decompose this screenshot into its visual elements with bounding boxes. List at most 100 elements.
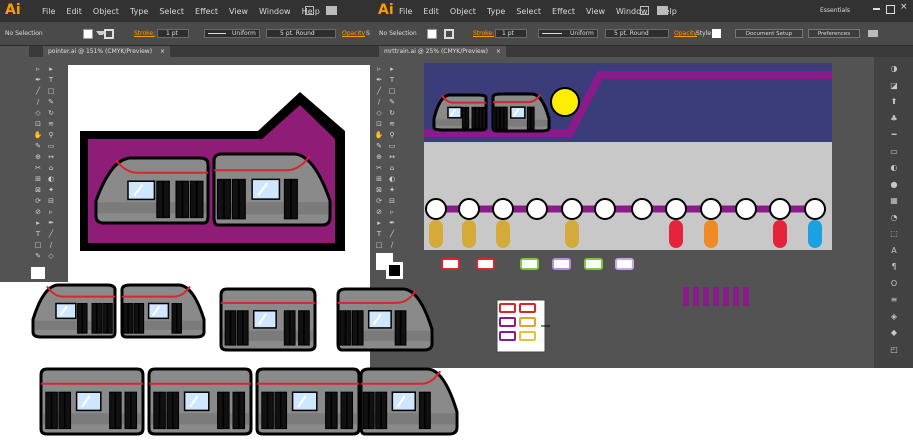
brush-icon[interactable]: ∕ [46,241,56,250]
left-fill-stroke-proxy[interactable] [31,267,45,279]
menu-edit[interactable]: Edit [66,7,82,16]
fill-swatch-icon[interactable]: ◰ [883,344,905,357]
right-opacity-label[interactable]: Opacity [674,30,697,37]
menu-select[interactable]: Select [159,7,184,16]
stroke-panel-icon[interactable]: ◐ [883,162,905,175]
menu-window[interactable]: Window [259,7,291,16]
line-icon[interactable]: ╱ [33,87,43,96]
left-stroke-label[interactable]: Stroke: [134,30,155,37]
selection-icon[interactable]: ✎ [33,142,43,151]
stroke-swatch-icon[interactable]: ◪ [883,80,905,93]
direct-selection-icon[interactable]: ▸ [33,219,43,228]
right-stroke-proxy[interactable] [386,262,403,279]
type-icon[interactable]: T [387,76,397,85]
warp-icon[interactable]: ≋ [387,120,397,129]
brush-icon[interactable]: ⊞ [33,175,43,184]
symbols-icon[interactable]: ▭ [883,146,905,159]
menu-select[interactable]: Select [516,7,541,16]
eraser-icon[interactable]: ⊠ [33,186,43,195]
menu-object[interactable]: Object [450,7,476,16]
hand-icon[interactable]: ✋ [33,131,43,140]
menu-file[interactable]: File [42,7,55,16]
document-setup-button[interactable]: Document Setup [735,29,803,38]
zoom-icon[interactable]: ⚲ [46,131,56,140]
pen-icon[interactable]: ✒ [387,219,397,228]
left-workspace-switcher-icon[interactable] [326,6,337,15]
type-icon[interactable]: T [33,230,43,239]
color-icon[interactable]: ⬆ [883,96,905,109]
brushes-icon[interactable]: ━ [883,129,905,142]
selection-icon[interactable]: ✎ [374,142,384,151]
scale-icon[interactable]: ⊡ [374,120,384,129]
menu-view[interactable]: View [229,7,248,16]
pen-icon[interactable]: ⊕ [374,153,384,162]
line-icon[interactable]: ✂ [33,164,43,173]
type-icon[interactable]: T [46,76,56,85]
brush-icon[interactable]: ⊞ [374,175,384,184]
warp-icon[interactable]: ≋ [46,120,56,129]
menu-view[interactable]: View [586,7,605,16]
rectangle-icon[interactable]: □ [46,87,56,96]
menu-edit[interactable]: Edit [423,7,439,16]
direct-selection-icon[interactable]: ▭ [46,142,56,151]
transparency-icon[interactable]: ▦ [883,195,905,208]
right-stroke-swatch[interactable] [444,29,454,39]
rectangle-icon[interactable]: ⌂ [387,164,397,173]
line-icon[interactable]: ╱ [374,87,384,96]
appearance-icon[interactable]: ◔ [883,212,905,225]
maximize-icon[interactable] [886,5,895,14]
pencil-icon[interactable]: ✎ [46,98,56,107]
menu-effect[interactable]: Effect [552,7,575,16]
rotate-icon[interactable]: ✦ [387,186,397,195]
menu-type[interactable]: Type [487,7,505,16]
tab-mrttrain-doc[interactable]: mrttrain.ai @ 25% (CMYK/Preview) × [379,46,506,57]
hand-icon[interactable]: ⊘ [374,208,384,217]
right-workspace-switcher-icon[interactable] [657,6,668,15]
pencil-icon[interactable]: ✎ [387,98,397,107]
rectangle-icon[interactable]: □ [33,241,43,250]
type-icon[interactable]: T [374,230,384,239]
brush-icon[interactable]: ∕ [374,98,384,107]
paragraph-icon[interactable]: ≡ [883,294,905,307]
pencil-icon[interactable]: ✎ [33,252,43,261]
scale-icon[interactable]: ⊡ [33,120,43,129]
eraser-icon[interactable]: ◇ [46,252,56,261]
type-icon[interactable]: ↔ [387,153,397,162]
zoom-icon[interactable]: ⚲ [387,131,397,140]
warp-icon[interactable]: ⊟ [387,197,397,206]
hand-icon[interactable]: ⊘ [33,208,43,217]
direct-selection-icon[interactable]: ▸ [387,65,397,74]
menu-effect[interactable]: Effect [195,7,218,16]
pen-icon[interactable]: ✒ [374,76,384,85]
artboards-icon[interactable]: ¶ [883,261,905,274]
tab-pointer-doc[interactable]: pointer.ai @ 151% (CMYK/Preview) × [43,46,171,57]
direct-selection-icon[interactable]: ▸ [374,219,384,228]
pencil-icon[interactable]: ◐ [387,175,397,184]
left-stroke-swatch[interactable] [104,29,114,39]
line-icon[interactable]: ╱ [46,230,56,239]
rotate-icon[interactable]: ↻ [46,109,56,118]
minimize-icon[interactable] [873,8,880,10]
left-arrange-documents-icon[interactable] [305,6,314,15]
pen-icon[interactable]: ⊕ [33,153,43,162]
right-style-swatch[interactable] [712,29,721,38]
line-icon[interactable]: ✂ [374,164,384,173]
type-icon[interactable]: ↔ [46,153,56,162]
graphic-styles-icon[interactable]: ⬚ [883,228,905,241]
close-tab-icon[interactable]: × [160,48,165,55]
workspace-label[interactable]: Essentials [820,7,850,14]
hand-icon[interactable]: ✋ [374,131,384,140]
pen-icon[interactable]: ✒ [46,219,56,228]
close-tab-icon[interactable]: × [496,48,501,55]
menu-type[interactable]: Type [130,7,148,16]
menu-object[interactable]: Object [93,7,119,16]
rectangle-icon[interactable]: □ [374,241,384,250]
direct-selection-icon[interactable]: ▭ [387,142,397,151]
right-fill-swatch[interactable] [427,29,437,39]
selection-icon[interactable]: ▹ [33,65,43,74]
align-icon[interactable]: ◆ [883,327,905,340]
layers-icon[interactable]: A [883,245,905,258]
scale-icon[interactable]: ⟳ [374,197,384,206]
opentype-icon[interactable]: ◈ [883,311,905,324]
right-control-options-icon[interactable] [868,30,878,37]
